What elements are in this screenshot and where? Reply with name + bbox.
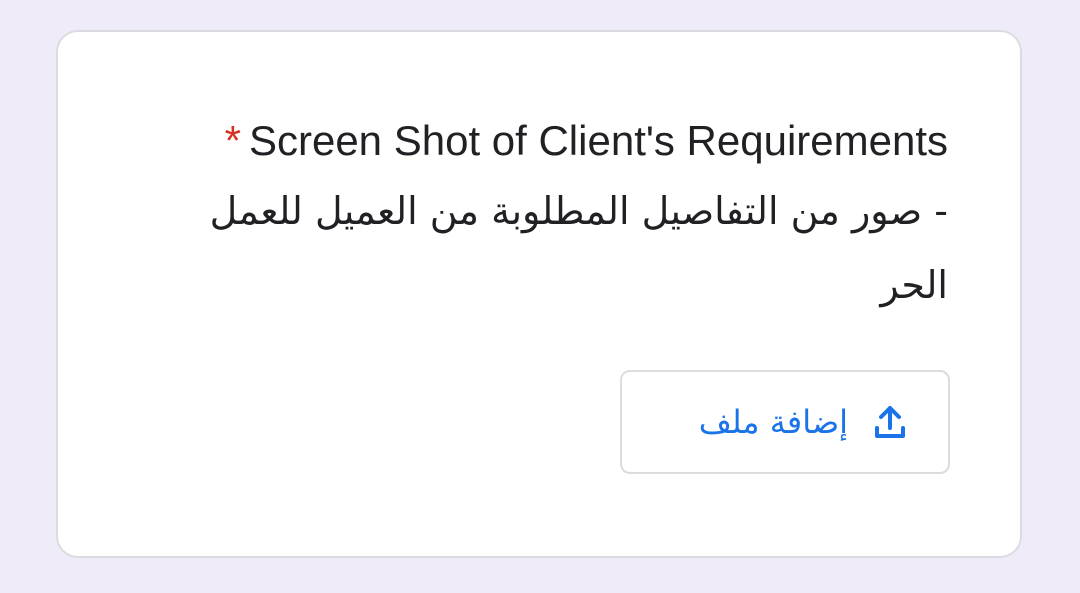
add-file-button[interactable]: إضافة ملف [620,370,950,474]
question-title-line: * Screen Shot of Client's Requirements [168,114,948,168]
add-file-label: إضافة ملف [698,403,848,441]
question-subtitle: - صور من التفاصيل المطلوبة من العميل للع… [209,189,948,307]
upload-icon [872,404,908,440]
question-header: * Screen Shot of Client's Requirements - … [168,114,948,322]
required-asterisk: * [224,117,241,164]
question-card: * Screen Shot of Client's Requirements - … [56,30,1022,558]
question-title: Screen Shot of Client's Requirements [248,117,948,164]
